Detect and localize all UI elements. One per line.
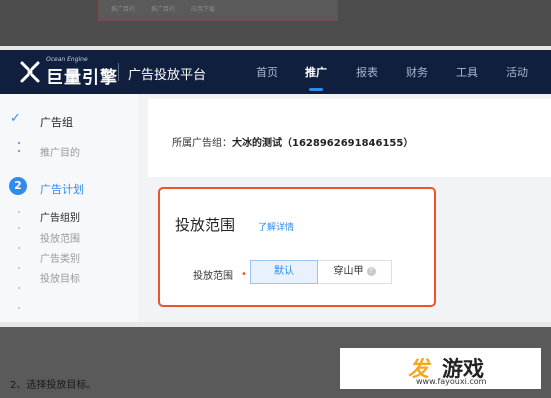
fragment-text: 推广目的: [151, 6, 176, 13]
instruction-caption: 2、选择投放目标。: [10, 380, 97, 391]
step-connector-dot: [18, 142, 20, 144]
nav-reports[interactable]: 报表: [356, 64, 378, 80]
nav-promotion[interactable]: 推广: [305, 64, 327, 80]
option-default-button[interactable]: 默认: [250, 260, 318, 284]
option-label: 穿山甲: [333, 266, 364, 277]
ad-group-label: 所属广告组：大冰的测试（1628962691846155）: [172, 138, 414, 149]
step-number-badge: 2: [9, 177, 27, 195]
section-title: 投放范围: [175, 216, 236, 234]
logo-english: Ocean Engine: [46, 56, 88, 63]
help-icon[interactable]: ?: [366, 266, 376, 276]
top-navbar: Ocean Engine 巨量引擎 广告投放平台 首页 推广 报表 财务 工具 …: [0, 50, 551, 94]
step-connector-dot: [18, 307, 20, 309]
fragment-text: 应用下载: [191, 6, 216, 13]
article-area: 2、选择投放目标。 发 游戏 www.fayouxi.com: [0, 327, 551, 398]
step-connector-dot: [18, 287, 20, 289]
step-sidebar: ✓ 广告组 推广目的 2 广告计划 广告组别 投放范围 广告类别 投放目标: [0, 94, 138, 322]
fragment-text: 推广目的: [111, 6, 136, 13]
step-connector-dot: [18, 267, 20, 269]
step-ad-group[interactable]: 广告组: [40, 114, 73, 130]
step-sub-item[interactable]: 广告组别: [40, 209, 80, 224]
step-connector-dot: [18, 247, 20, 249]
ad-platform-screenshot: Ocean Engine 巨量引擎 广告投放平台 首页 推广 报表 财务 工具 …: [0, 50, 551, 322]
step-sub-item[interactable]: 投放范围: [40, 230, 80, 245]
nav-activities[interactable]: 活动: [506, 64, 528, 80]
active-nav-indicator: [309, 88, 323, 91]
step-sub-item[interactable]: 投放目标: [40, 270, 80, 285]
nav-separator: [118, 63, 119, 81]
required-indicator: •: [241, 269, 247, 280]
step-sub-item[interactable]: 广告类别: [40, 250, 80, 265]
ocean-engine-logo-icon: [20, 61, 40, 83]
step-connector-dot: [18, 227, 20, 229]
option-pangle-button[interactable]: 穿山甲?: [318, 260, 392, 284]
nav-finance[interactable]: 财务: [406, 64, 428, 80]
step-sub-promotion-goal[interactable]: 推广目的: [40, 144, 80, 159]
step-connector-dot: [18, 211, 20, 213]
field-label: 投放范围: [193, 271, 233, 282]
ad-group-info-card: 所属广告组：大冰的测试（1628962691846155）: [148, 99, 551, 177]
main-content: 所属广告组：大冰的测试（1628962691846155） 投放范围 了解详情 …: [148, 94, 551, 322]
logo-text[interactable]: 巨量引擎: [46, 63, 118, 88]
step-ad-plan[interactable]: 广告计划: [40, 181, 84, 197]
check-icon: ✓: [10, 111, 21, 126]
step-connector-dot: [18, 150, 20, 152]
platform-title: 广告投放平台: [128, 68, 207, 83]
fragment-card: 推广目的 推广目的 应用下载: [98, 0, 338, 21]
site-watermark: 发 游戏 www.fayouxi.com: [340, 348, 541, 389]
upper-screenshot-fragment: 推广目的 推广目的 应用下载: [0, 0, 551, 46]
nav-tools[interactable]: 工具: [456, 64, 478, 80]
watermark-url: www.fayouxi.com: [416, 377, 487, 386]
learn-more-link[interactable]: 了解详情: [258, 220, 294, 233]
delivery-scope-card: 投放范围 了解详情 投放范围 • 默认 穿山甲?: [158, 187, 436, 307]
ad-group-value: 大冰的测试（1628962691846155）: [232, 138, 414, 149]
nav-home[interactable]: 首页: [256, 64, 278, 80]
